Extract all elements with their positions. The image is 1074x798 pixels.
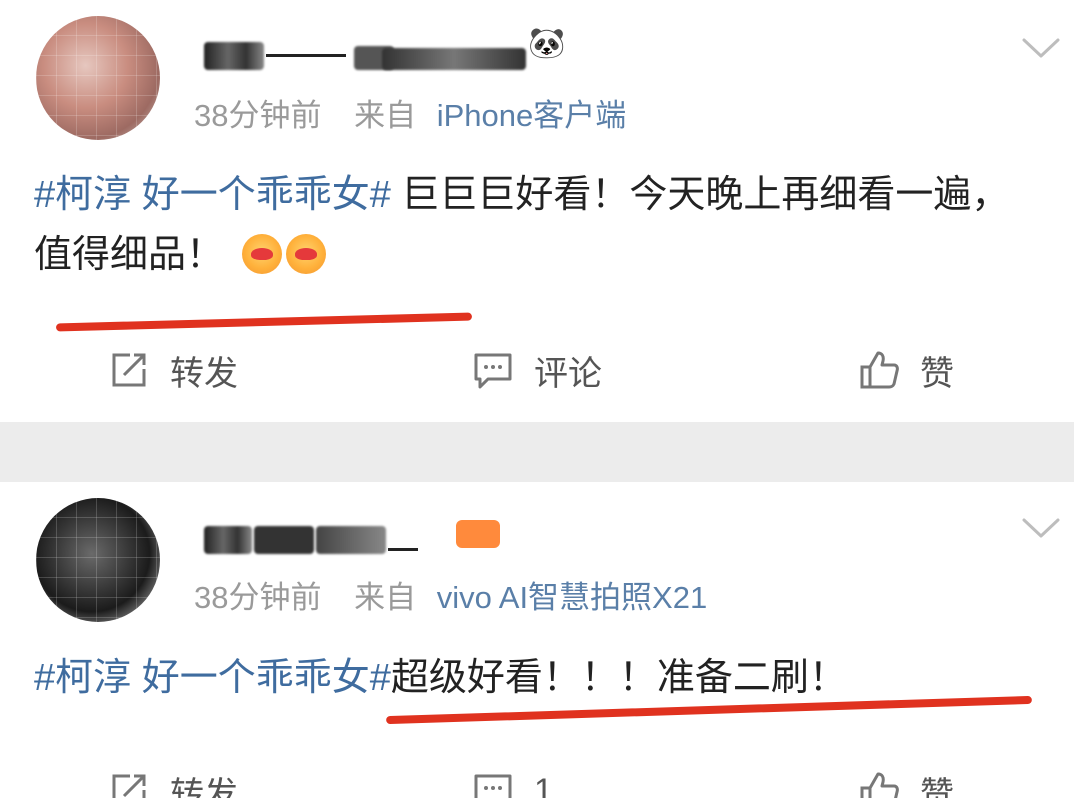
panda-badge-icon: 🐼 — [528, 26, 566, 61]
comment-button[interactable]: 评论 — [470, 342, 602, 398]
member-badge-icon — [456, 520, 500, 548]
avatar[interactable] — [36, 498, 160, 622]
weibo-post: 38分钟前 来自 vivo AI智慧拍照X21 #柯淳 好一个乖乖女#超级好看！… — [0, 482, 1074, 798]
thumbs-up-icon — [860, 772, 899, 798]
avatar[interactable] — [36, 16, 160, 140]
post-content: #柯淳 好一个乖乖女#超级好看！！！准备二刷！ — [34, 648, 1044, 708]
username-redacted[interactable] — [204, 34, 534, 76]
post-source-label: 来自 — [354, 98, 417, 133]
repost-label: 转发 — [170, 354, 238, 393]
weibo-feed: 🐼 38分钟前 来自 iPhone客户端 #柯淳 好一个乖乖女# 巨巨巨好看！今… — [0, 0, 1074, 798]
post-topic-link[interactable]: #柯淳 好一个乖乖女# — [34, 174, 391, 216]
post-separator — [0, 422, 1074, 482]
chevron-down-icon[interactable] — [1018, 510, 1064, 544]
post-time: 38分钟前 — [194, 580, 322, 615]
comment-icon — [474, 353, 512, 389]
post-content: #柯淳 好一个乖乖女# 巨巨巨好看！今天晚上再细看一遍，值得细品！ — [34, 165, 1044, 285]
post-source-device[interactable]: iPhone客户端 — [437, 98, 627, 133]
post-actions: 转发 1 赞 — [0, 763, 1074, 798]
repost-button[interactable]: 转发 — [106, 342, 238, 398]
repost-button[interactable]: 转发 — [106, 763, 238, 798]
like-button[interactable]: 赞 — [856, 763, 954, 798]
post-meta: 38分钟前 来自 vivo AI智慧拍照X21 — [194, 578, 707, 618]
repost-icon — [112, 774, 146, 798]
hug-emoji-icon — [242, 234, 283, 274]
post-source-device[interactable]: vivo AI智慧拍照X21 — [437, 580, 707, 615]
post-time: 38分钟前 — [194, 98, 322, 133]
post-source-label: 来自 — [354, 580, 417, 615]
repost-icon — [112, 353, 146, 387]
post-meta: 38分钟前 来自 iPhone客户端 — [194, 96, 626, 136]
thumbs-up-icon — [860, 351, 899, 389]
post-topic-link[interactable]: #柯淳 好一个乖乖女# — [34, 657, 391, 699]
hug-emoji-icon — [286, 234, 327, 274]
red-annotation-underline — [55, 312, 473, 332]
comment-label: 评论 — [534, 354, 602, 393]
post-actions: 转发 评论 赞 — [0, 342, 1074, 398]
like-button[interactable]: 赞 — [856, 342, 954, 398]
username-redacted[interactable] — [204, 518, 434, 560]
comment-icon — [474, 774, 512, 798]
like-label: 赞 — [920, 354, 954, 393]
comment-count: 1 — [534, 771, 553, 798]
chevron-down-icon[interactable] — [1018, 30, 1064, 64]
comment-button[interactable]: 1 — [470, 763, 553, 798]
repost-label: 转发 — [170, 775, 238, 798]
post-text: 超级好看！！！准备二刷！ — [390, 657, 847, 699]
like-label: 赞 — [920, 775, 954, 798]
weibo-post: 🐼 38分钟前 来自 iPhone客户端 #柯淳 好一个乖乖女# 巨巨巨好看！今… — [0, 0, 1074, 422]
